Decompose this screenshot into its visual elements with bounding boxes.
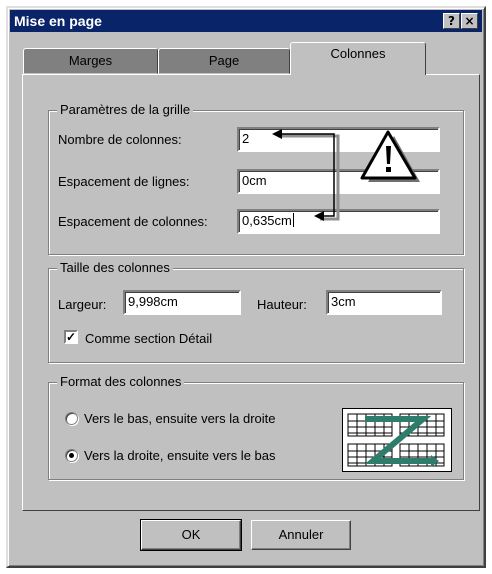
width-field[interactable]: 9,998cm [123, 290, 241, 315]
width-label: Largeur: [58, 297, 107, 312]
ok-button[interactable]: OK [140, 519, 242, 551]
help-button[interactable]: ? [443, 13, 460, 29]
number-of-columns-label: Nombre de colonnes: [58, 132, 182, 147]
down-then-across-radio[interactable] [65, 412, 78, 425]
height-label: Hauteur: [257, 297, 307, 312]
height-field[interactable]: 3cm [326, 290, 442, 315]
across-then-down-radio[interactable] [65, 449, 78, 462]
tab-margins[interactable]: Marges [23, 48, 158, 74]
text-caret [292, 213, 294, 227]
column-spacing-field[interactable]: 0,635cm [237, 209, 440, 234]
warning-triangle-icon [360, 130, 420, 185]
column-spacing-value: 0,635cm [242, 213, 292, 228]
column-size-legend: Taille des colonnes [57, 260, 173, 275]
column-spacing-label: Espacement de colonnes: [58, 214, 208, 229]
title-bar[interactable]: Mise en page ? × [10, 10, 482, 32]
grid-settings-legend: Paramètres de la grille [57, 102, 194, 117]
down-then-across-label: Vers le bas, ensuite vers la droite [84, 411, 276, 426]
across-then-down-label: Vers la droite, ensuite vers le bas [84, 448, 276, 463]
column-size-group: Taille des colonnes [48, 260, 464, 363]
row-spacing-label: Espacement de lignes: [58, 174, 190, 189]
page-setup-dialog: Mise en page ? × Marges Page Colonnes Pa… [6, 6, 486, 568]
column-layout-legend: Format des colonnes [57, 374, 185, 389]
same-as-detail-label: Comme section Détail [85, 331, 213, 346]
same-as-detail-checkbox[interactable]: ✓ [64, 330, 78, 344]
tab-page[interactable]: Page [158, 48, 290, 74]
z-order-preview-icon [342, 408, 452, 472]
cancel-button[interactable]: Annuler [251, 520, 351, 550]
close-button[interactable]: × [461, 13, 478, 29]
window-title: Mise en page [14, 13, 102, 29]
tab-columns[interactable]: Colonnes [290, 42, 426, 75]
